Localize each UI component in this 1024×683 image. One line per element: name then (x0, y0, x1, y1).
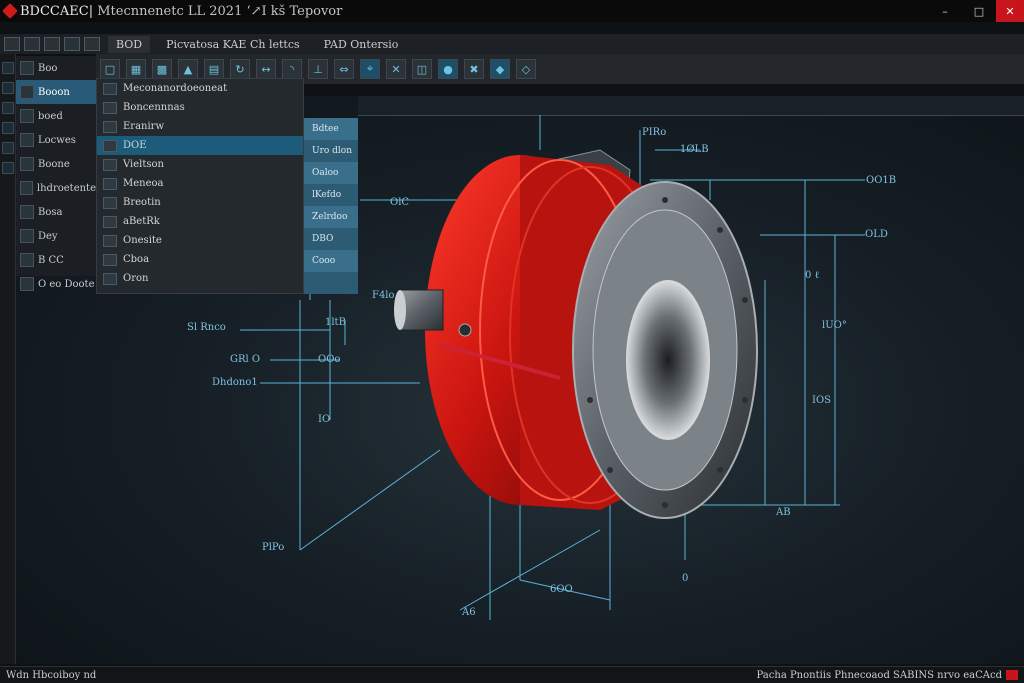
dim-label: lUO° (822, 320, 847, 331)
browser-item[interactable]: Bosa (16, 200, 96, 224)
browser-item[interactable]: B CC (16, 248, 96, 272)
status-right-text: Pacha Pnontiis Phnecoaod SABINS nrvo eaC… (756, 669, 1002, 681)
menu-icon (103, 196, 117, 209)
dim-label: PIRo (642, 127, 666, 138)
menu-icon (103, 215, 117, 228)
status-bar: Wdn Hbcoiboy nd Pacha Pnontiis Phnecoaod… (0, 666, 1024, 683)
menu-icon (103, 101, 117, 114)
folder-icon (20, 61, 34, 75)
submenu-item[interactable]: Uro dlon (304, 140, 358, 162)
menu-icon (103, 158, 117, 171)
dim-label: AB (775, 507, 791, 518)
submenu-item[interactable]: lKefdo (304, 184, 358, 206)
status-flag-icon (1006, 670, 1018, 680)
browser-item[interactable]: O eo Doote (16, 272, 96, 296)
sketch-icon (20, 109, 34, 123)
dim-label: OO1B (866, 175, 896, 186)
center-bore[interactable] (626, 280, 710, 440)
menu-item[interactable]: Oron (97, 269, 303, 288)
dim-label: 0 (682, 573, 688, 584)
menu-icon (103, 234, 117, 247)
end-icon (20, 277, 34, 291)
dim-label: F4lo (372, 290, 395, 301)
menu-item[interactable]: Meneoa (97, 174, 303, 193)
menu-item[interactable]: Meconanordoeoneat (97, 79, 303, 98)
dim-label: Dhdono1 (212, 377, 258, 388)
browser-item[interactable]: Boone (16, 152, 96, 176)
dim-label: 0 ℓ (805, 270, 819, 281)
feature-icon (20, 133, 34, 147)
dim-label: OLD (865, 229, 888, 240)
submenu-item[interactable]: Bdtee (304, 118, 358, 140)
dim-label: A6 (461, 607, 476, 618)
model-browser: Boo Booon boed Locwes Boone lhdroetente … (16, 56, 96, 291)
menu-icon (103, 272, 117, 285)
browser-item[interactable]: Boo (16, 56, 96, 80)
dim-label: 1ØLB (680, 144, 709, 155)
dim-label: 6OO (550, 584, 573, 595)
submenu-item[interactable]: DBO (304, 228, 358, 250)
part-icon (20, 85, 34, 99)
browser-item[interactable]: Locwes (16, 128, 96, 152)
menu-icon (103, 177, 117, 190)
status-right: Pacha Pnontiis Phnecoaod SABINS nrvo eaC… (757, 670, 1018, 681)
triangle-icon (103, 120, 117, 133)
menu-item[interactable]: Eranirw (97, 117, 303, 136)
submenu: Bdtee Uro dlon Oaloo lKefdo Zelrdoo DBO … (304, 118, 358, 294)
dim-label: PlPo (262, 542, 284, 553)
dim-label: GRl O (230, 354, 260, 365)
dim-label: 1ltB (325, 317, 346, 328)
axis-icon (20, 229, 34, 243)
dim-label: OOo (318, 354, 340, 365)
submenu-item[interactable]: Oaloo (304, 162, 358, 184)
submenu-item[interactable]: Cooo (304, 250, 358, 272)
menu-item[interactable]: Breotin (97, 193, 303, 212)
submenu-item[interactable]: Zelrdoo (304, 206, 358, 228)
menu-item[interactable]: Onesite (97, 231, 303, 250)
dim-label: OlC (390, 197, 409, 208)
dim-label: Sl Rnco (187, 322, 226, 333)
menu-icon (103, 82, 117, 95)
menu-item[interactable]: Boncennnas (97, 98, 303, 117)
point-icon (20, 253, 34, 267)
menu-item[interactable]: Cboa (97, 250, 303, 269)
origin-icon (20, 181, 33, 195)
dim-label: IOS (812, 395, 831, 406)
menu-icon (103, 139, 117, 152)
context-menu: Meconanordoeoneat Boncennnas Eranirw DOE… (96, 78, 304, 294)
browser-item[interactable]: boed (16, 104, 96, 128)
status-left-text: Wdn Hbcoiboy nd (6, 669, 97, 681)
menu-item-active[interactable]: DOE (97, 136, 303, 155)
plane-icon (20, 205, 34, 219)
menu-item[interactable]: aBetRk (97, 212, 303, 231)
browser-item[interactable]: Booon (16, 80, 96, 104)
menu-item[interactable]: Vieltson (97, 155, 303, 174)
browser-item[interactable]: Dey (16, 224, 96, 248)
menu-icon (103, 253, 117, 266)
body-icon (20, 157, 34, 171)
dim-label: IO (318, 414, 330, 425)
browser-item[interactable]: lhdroetente (16, 176, 96, 200)
